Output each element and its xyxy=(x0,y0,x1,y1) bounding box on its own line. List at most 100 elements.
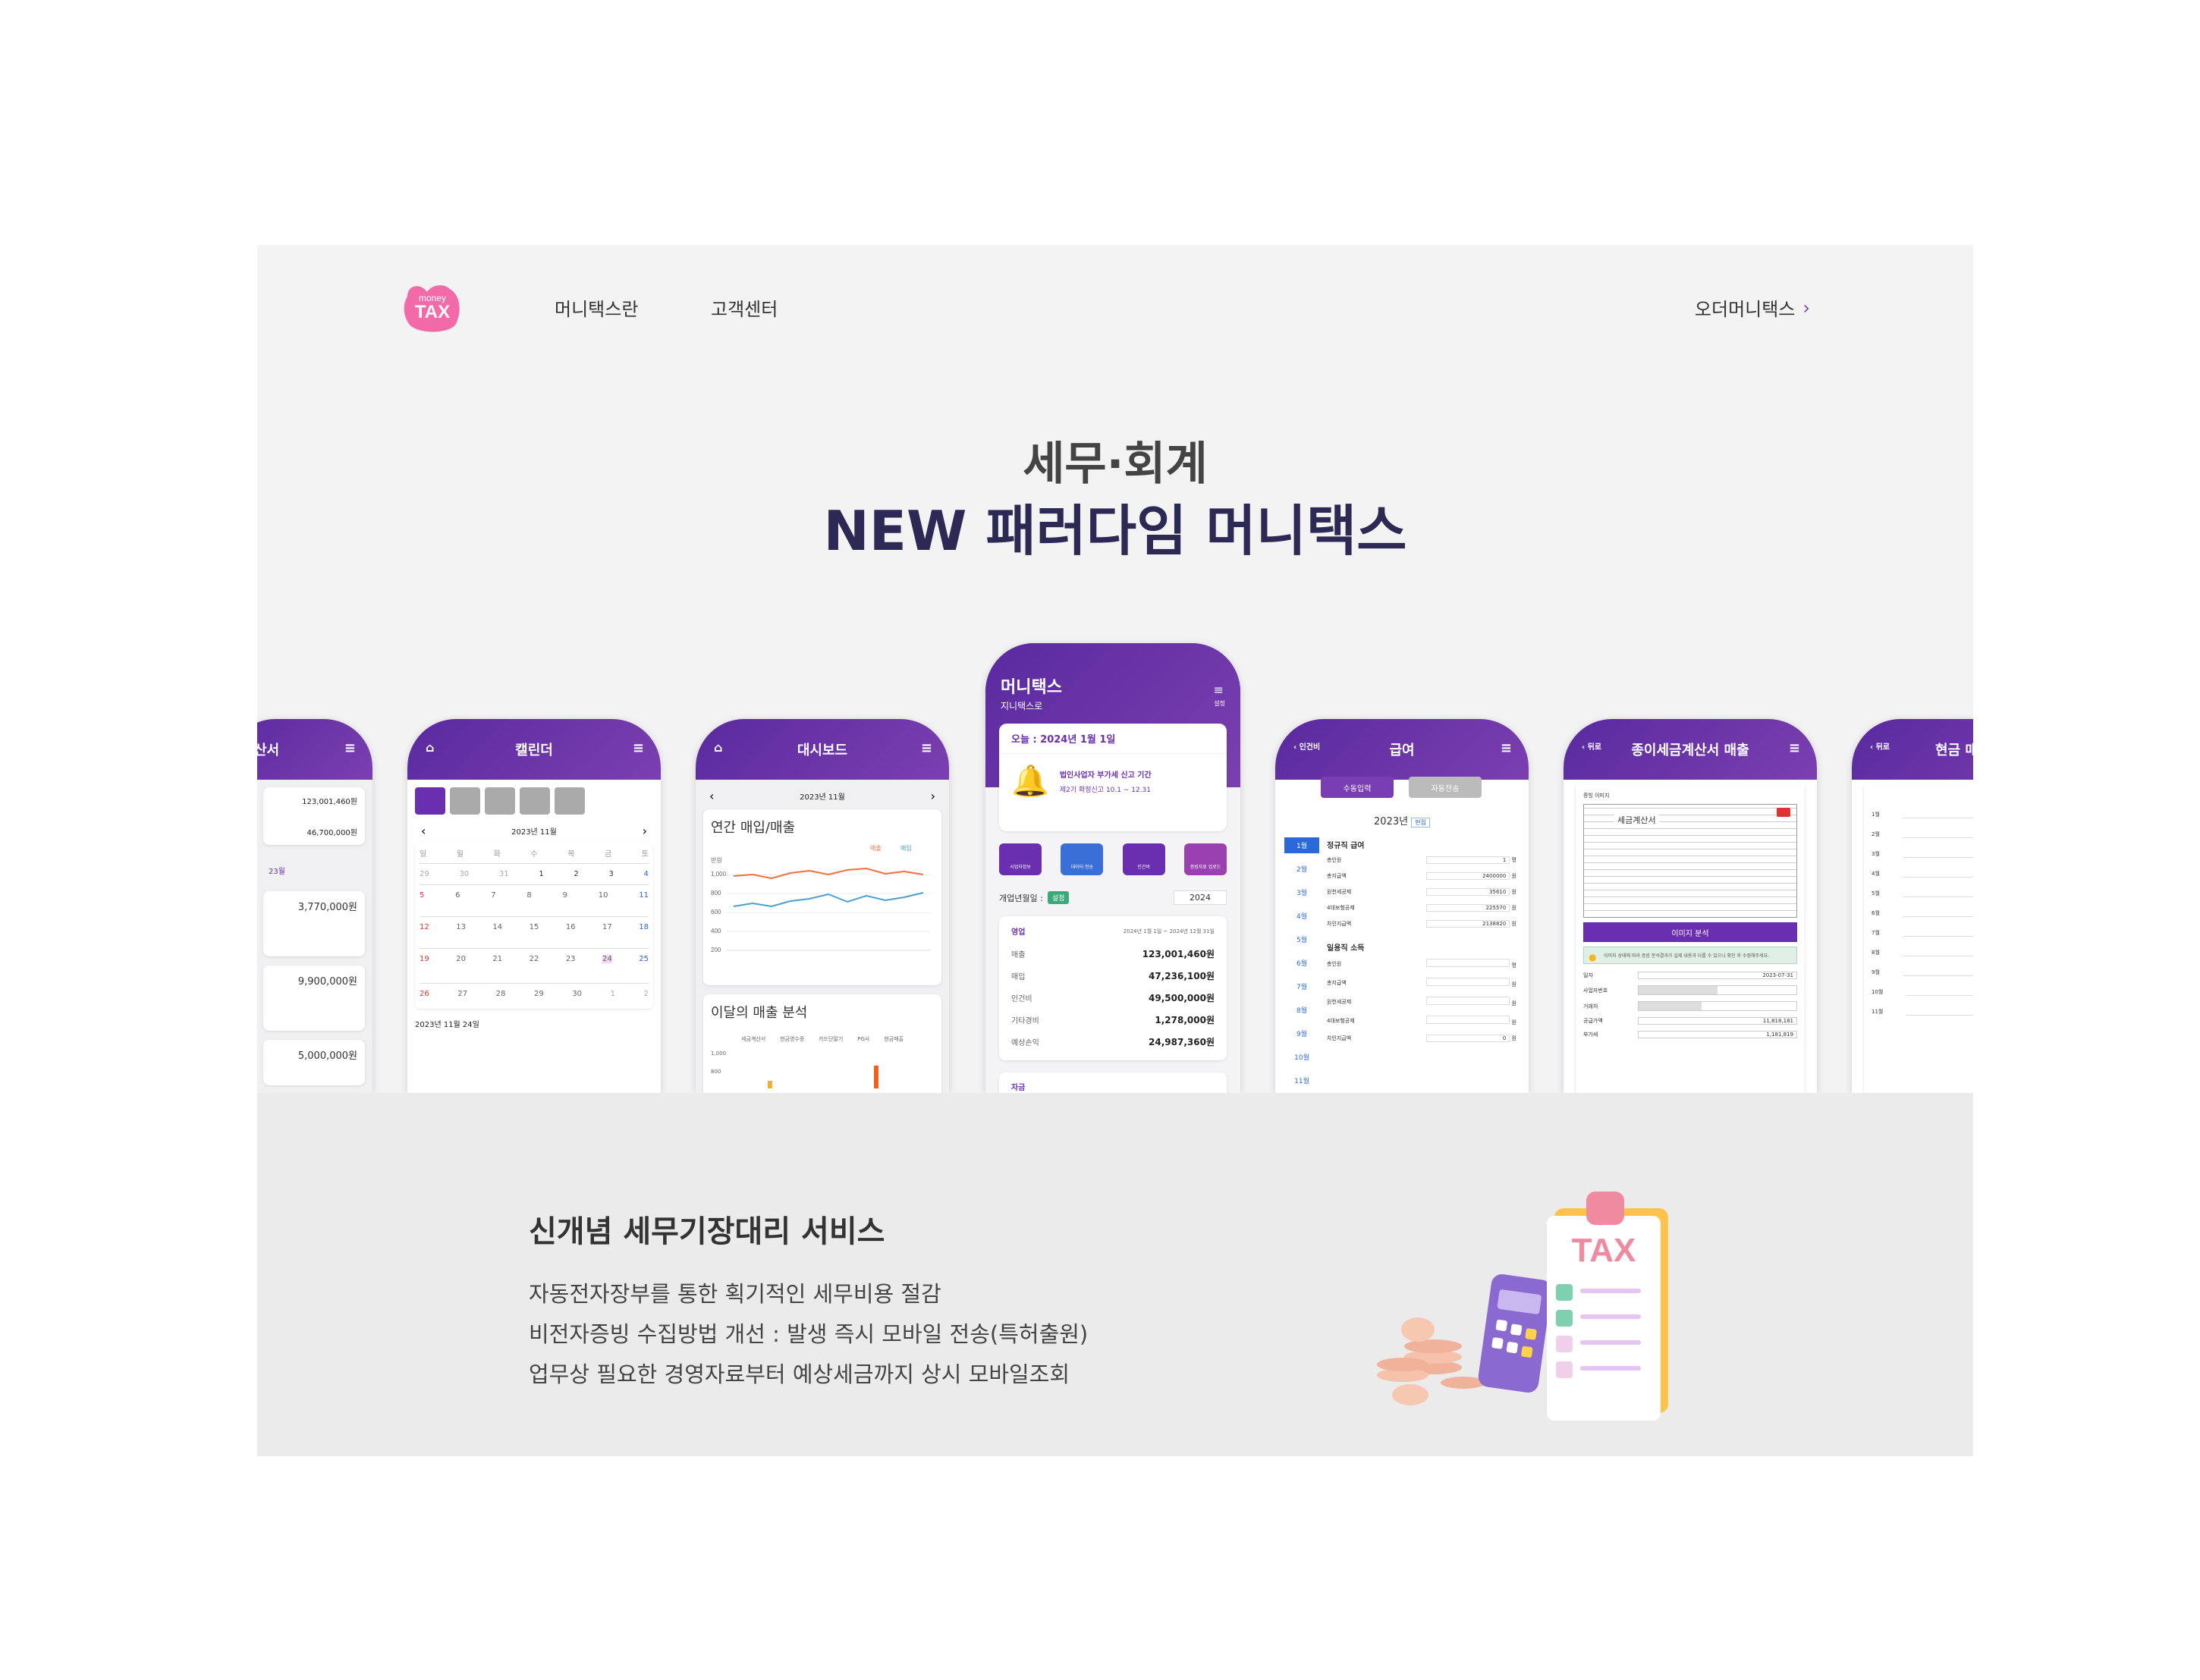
order-moneytax-link[interactable]: 오더머니택스 › xyxy=(1695,294,1810,321)
list-item[interactable]: 매출 123,001,460원 xyxy=(1011,947,1215,960)
amount: 9,900,000원 xyxy=(297,976,357,988)
phone-title: 대시보드 xyxy=(797,743,848,758)
tax-illustration: TAX xyxy=(1357,1178,1714,1451)
chevron-left-icon[interactable]: ‹ xyxy=(421,824,426,838)
setting-badge[interactable]: 설정 xyxy=(1047,891,1070,904)
tax-clipboard-illustration: TAX xyxy=(1377,1192,1668,1421)
menu-icon: ≡ xyxy=(632,740,644,756)
week-row: 12 13 14 15 16 17 18 xyxy=(420,917,649,949)
list-item[interactable]: 인건비 49,500,000원 xyxy=(1011,991,1215,1004)
chevron-right-icon[interactable]: › xyxy=(643,824,647,838)
month-label: 2023년 11월 xyxy=(511,828,557,837)
series-sales-line xyxy=(733,867,924,880)
payroll-detail: 정규직 급여 총인원 1 명 총지급액 2400000 원 원천세공제 35610 원… xyxy=(1327,839,1516,1042)
phone-mockup-invoice: 산서 ≡ 123,001,460원 46,700,000원 23월 3,770,0… xyxy=(257,719,372,1093)
coin-icon xyxy=(1401,1317,1435,1342)
business-info-button[interactable]: 사업자정보 xyxy=(999,843,1042,875)
app-subtitle: 지니택스로 xyxy=(1001,701,1043,711)
nav-about[interactable]: 머니택스란 xyxy=(555,294,638,321)
vendor-input[interactable] xyxy=(1638,1001,1797,1011)
order-label: 오더머니택스 xyxy=(1694,299,1796,320)
pay-row: 원천세공제 35610 원 xyxy=(1327,888,1516,896)
section-title: 신개념 세무기장대리 서비스 xyxy=(529,1214,885,1249)
regular-pay-title: 정규직 급여 xyxy=(1327,842,1365,850)
pay-row: 총지급액 2400000 원 xyxy=(1327,872,1516,880)
moneytax-logo[interactable]: money TAX xyxy=(401,281,464,333)
receipt-upload-button[interactable]: 증빙자료 업로드 xyxy=(1183,843,1227,875)
tab-manual[interactable]: 수동입력 xyxy=(1321,777,1394,798)
bar-chart: 1,000 800 xyxy=(711,1043,934,1088)
filter-chip[interactable] xyxy=(555,787,585,815)
pay-row: 4대보험공제 225570 원 xyxy=(1327,904,1516,912)
value: 123,001,460원 xyxy=(302,798,357,806)
weekday-row: 일월화수목금토 xyxy=(420,847,649,864)
phone-title: 급여 xyxy=(1389,743,1415,758)
svg-text:1,000: 1,000 xyxy=(711,871,727,878)
series-purchase-line xyxy=(733,892,924,908)
amount: 3,770,000원 xyxy=(297,902,357,913)
bell-icon: ● xyxy=(1589,952,1597,962)
phone-title: 산서 xyxy=(257,743,280,758)
image-label: 증빙 이미지 xyxy=(1583,793,1610,799)
daily-pay-title: 일용직 소득 xyxy=(1327,944,1365,953)
data-transfer-button[interactable]: 데이터 전송 xyxy=(1061,843,1104,875)
phone-mockup-dashboard: ⌂ 대시보드 ≡ ‹ 2023년 11월 › 연간 매입/매출 만원 1,000 800… xyxy=(696,719,949,1093)
phone-title: 캘린더 xyxy=(515,743,553,758)
service-section xyxy=(257,1093,1973,1456)
filter-chip[interactable] xyxy=(485,787,515,815)
phone-title: 현금 매 xyxy=(1935,743,1973,758)
year-label: 2023년 xyxy=(1374,816,1409,827)
page-frame: money TAX 머니택스란 고객센터 오더머니택스 › 세무·회계 NEW 패… xyxy=(257,245,1973,1456)
notice-date: 제2기 확정신고 10.1 ~ 12.31 xyxy=(1059,786,1152,794)
pay-row: 총인원 명 xyxy=(1327,959,1516,969)
year-select[interactable]: 2024 xyxy=(1174,890,1227,905)
opening-date-label: 개업년월일 : xyxy=(999,893,1043,903)
today-label: 오늘 : 2024년 1월 1일 xyxy=(999,724,1227,754)
back-link[interactable]: ‹ 뒤로 xyxy=(1870,740,1890,752)
list-item[interactable]: 매입 47,236,100원 xyxy=(1011,969,1215,982)
menu-icon[interactable]: ≡ xyxy=(1214,683,1224,697)
notice-title: 법인사업자 부가세 신고 기간 xyxy=(1059,771,1152,780)
edit-badge[interactable]: 편집 xyxy=(1411,818,1430,827)
svg-text:800: 800 xyxy=(711,890,721,897)
chevron-right-icon[interactable]: › xyxy=(931,789,935,803)
back-link[interactable]: ‹ 뒤로 xyxy=(1582,740,1601,752)
monthly-sales-card: 이달의 매출 분석 세금계산서 현금영수증 카드단말기 PG사 현금매출 1,000 8… xyxy=(703,994,941,1093)
phone-mockup-cash-sales: ‹ 뒤로 현금 매 20 1월 2월 3월 4월 5월 6월 7월 8월 9월 1… xyxy=(1852,719,1973,1093)
svg-text:400: 400 xyxy=(711,928,721,934)
list-item[interactable]: 기타경비 1,278,000원 xyxy=(1011,1013,1215,1026)
selected-date: 2023년 11월 24일 xyxy=(415,1021,479,1029)
filter-chip[interactable] xyxy=(450,787,480,815)
week-row: 19 20 21 22 23 24 25 xyxy=(420,949,649,984)
delete-icon[interactable] xyxy=(1777,808,1790,817)
feature-line: 비전자증빙 수집방법 개선 : 발생 즉시 모바일 전송(특허출원) xyxy=(529,1321,1089,1347)
block-title: 영업 xyxy=(1011,928,1026,937)
pay-row: 차인지급액 2138820 원 xyxy=(1327,920,1516,928)
filter-chip[interactable] xyxy=(415,787,445,815)
pay-row: 총지급액 원 xyxy=(1327,978,1516,988)
vat-input[interactable]: 1,181,819 xyxy=(1638,1031,1797,1038)
month-label: 23월 xyxy=(269,868,285,876)
date-input[interactable]: 2023-07-31 xyxy=(1638,972,1797,979)
back-link[interactable]: ‹ 인건비 xyxy=(1293,740,1320,752)
phone-mockup-paper-invoice: ‹ 뒤로 종이세금계산서 매출 ≡ 증빙 이미지 세금계산서 이미지 분석 ● 이미지… xyxy=(1564,719,1817,1093)
tab-auto[interactable]: 자동전송 xyxy=(1409,777,1482,798)
nav-support[interactable]: 고객센터 xyxy=(711,294,778,321)
supply-amount-input[interactable]: 11,818,181 xyxy=(1638,1017,1797,1025)
filter-chip[interactable] xyxy=(520,787,550,815)
week-row: 29 30 31 1 2 3 4 xyxy=(420,864,649,885)
invoice-fields: 일자 2023-07-31 사업자번호 거래처 공급가액 11,818,181 부가… xyxy=(1583,972,1797,1038)
today-card: 오늘 : 2024년 1월 1일 🔔 법인사업자 부가세 신고 기간 제2기 확정… xyxy=(999,724,1227,831)
chevron-left-icon[interactable]: ‹ xyxy=(709,789,714,803)
analyze-image-button[interactable]: 이미지 분석 xyxy=(1583,922,1797,942)
payroll-button[interactable]: 인건비 xyxy=(1122,843,1165,875)
line-chart: 만원 1,000 800 600 400 200 매출 매입 xyxy=(711,844,931,953)
block-title: 자금 xyxy=(1011,1084,1026,1092)
hero-title-line1: 세무·회계 xyxy=(1023,438,1208,491)
legend: 세금계산서 현금영수증 카드단말기 PG사 현금매출 xyxy=(741,1036,904,1042)
biz-number-input[interactable] xyxy=(1638,985,1797,995)
svg-text:600: 600 xyxy=(711,909,721,915)
phone-mockup-home: 머니택스 지니택스로 ≡ 설정 오늘 : 2024년 1월 1일 🔔 법인사업자… xyxy=(985,643,1240,1093)
calendar-grid: 일월화수목금토 29 30 31 1 2 3 4 5 6 7 8 9 10 11 12 13 14 15 16 1… xyxy=(415,843,653,1009)
menu-icon: ≡ xyxy=(920,740,932,756)
